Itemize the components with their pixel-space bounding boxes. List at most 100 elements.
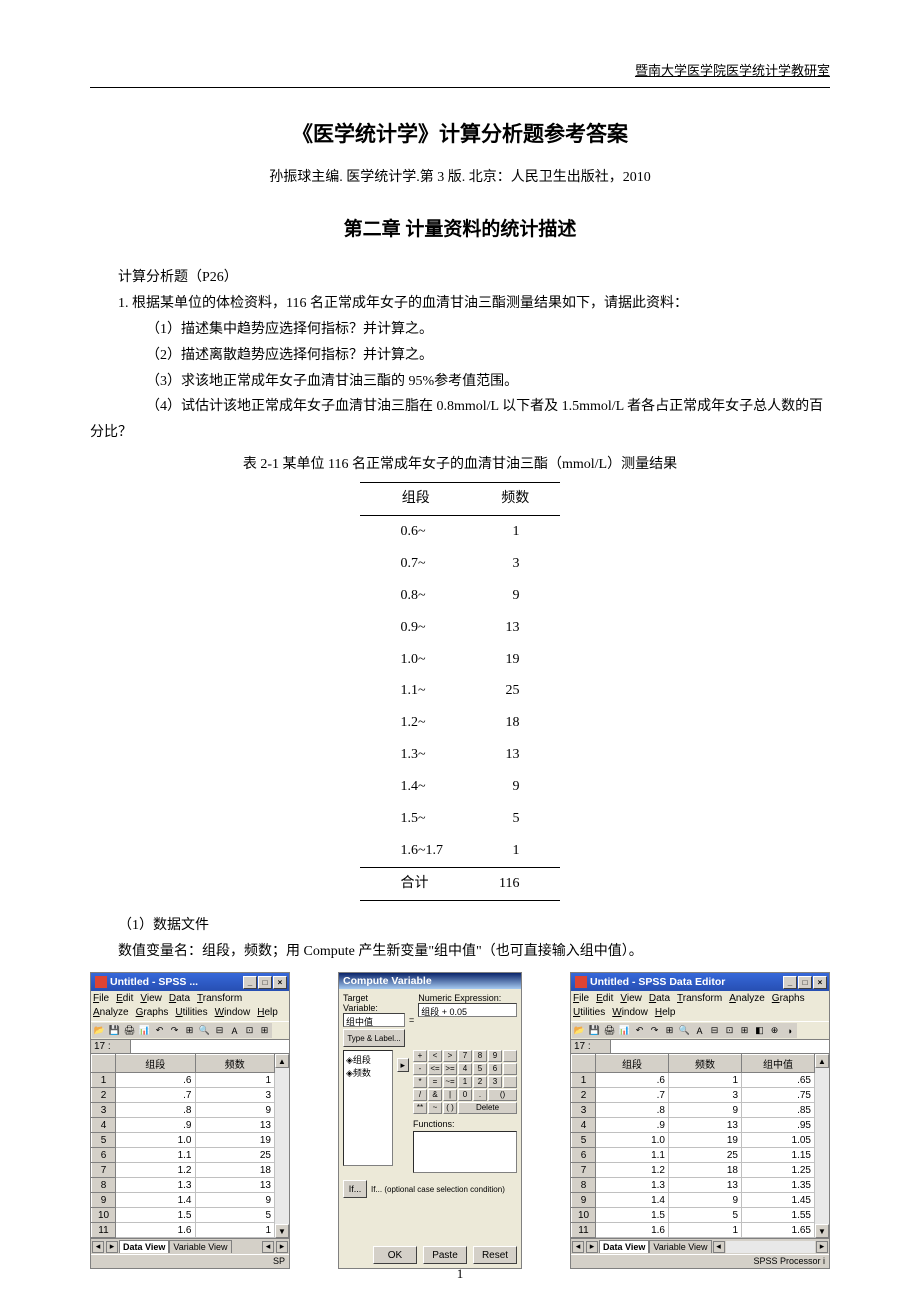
menu-help[interactable]: Help [655, 1006, 676, 1020]
tab-variable-view[interactable]: Variable View [169, 1240, 231, 1253]
menu-graphs[interactable]: Graphs [772, 992, 805, 1006]
cell[interactable]: 19 [669, 1133, 742, 1148]
tool-c-icon[interactable]: ⊞ [257, 1023, 272, 1038]
cell[interactable]: 13 [669, 1118, 742, 1133]
spreadsheet-1[interactable]: 组段频数 1.61 2.73 3.89 4.913 51.019 61.125 … [91, 1054, 275, 1238]
row-num[interactable]: 7 [572, 1163, 596, 1178]
cell[interactable]: 1.6 [596, 1223, 669, 1238]
row-num[interactable]: 5 [572, 1133, 596, 1148]
keypad-btn[interactable]: ~ [428, 1102, 442, 1114]
close-button[interactable]: × [813, 976, 827, 989]
col-seg-1[interactable]: 组段 [116, 1055, 196, 1073]
row-num[interactable]: 6 [92, 1148, 116, 1163]
titlebar-3[interactable]: Untitled - SPSS Data Editor _ □ × [571, 973, 829, 991]
menu-window[interactable]: Window [612, 1006, 648, 1020]
tool-find-icon[interactable]: 🔍 [677, 1023, 692, 1038]
menu-edit[interactable]: Edit [596, 992, 613, 1006]
cell[interactable]: 1.05 [742, 1133, 815, 1148]
scroll-up-icon[interactable]: ▲ [275, 1054, 289, 1068]
move-right-button[interactable]: ▸ [397, 1058, 409, 1072]
maximize-button[interactable]: □ [258, 976, 272, 989]
cell[interactable]: 9 [195, 1193, 275, 1208]
row-num[interactable]: 9 [572, 1193, 596, 1208]
nav-first-icon[interactable]: ◂ [572, 1241, 584, 1253]
cell[interactable]: 19 [195, 1133, 275, 1148]
scroll-down-icon[interactable]: ▼ [815, 1224, 829, 1238]
func-listbox[interactable] [413, 1131, 517, 1173]
keypad-btn[interactable]: 3 [488, 1076, 502, 1088]
row-num[interactable]: 3 [92, 1103, 116, 1118]
cell[interactable]: 1.45 [742, 1193, 815, 1208]
hscroll-l-icon[interactable]: ◂ [713, 1241, 725, 1253]
minimize-button[interactable]: _ [783, 976, 797, 989]
tool-chart-icon[interactable]: 📊 [617, 1023, 632, 1038]
tool-undo-icon[interactable]: ↶ [632, 1023, 647, 1038]
row-num[interactable]: 1 [92, 1073, 116, 1088]
tool-a-icon[interactable]: ⊟ [707, 1023, 722, 1038]
tab-variable-view[interactable]: Variable View [649, 1240, 711, 1253]
keypad-btn[interactable]: 0 [458, 1089, 472, 1101]
row-num[interactable]: 2 [572, 1088, 596, 1103]
keypad-btn[interactable]: | [443, 1089, 457, 1101]
hscroll-r-icon[interactable]: ▸ [816, 1241, 828, 1253]
cell[interactable]: 25 [195, 1148, 275, 1163]
keypad-btn[interactable]: <= [428, 1063, 442, 1075]
tool-e-icon[interactable]: ⊕ [767, 1023, 782, 1038]
cell[interactable]: 1 [669, 1073, 742, 1088]
spreadsheet-3[interactable]: 组段频数组中值 1.61.65 2.73.75 3.89.85 4.913.95… [571, 1054, 815, 1238]
cell[interactable]: 13 [195, 1178, 275, 1193]
col-mid-3[interactable]: 组中值 [742, 1055, 815, 1073]
menu-data[interactable]: Data [649, 992, 670, 1006]
cell[interactable]: 1.2 [596, 1163, 669, 1178]
cell[interactable]: 5 [195, 1208, 275, 1223]
cell[interactable]: 18 [195, 1163, 275, 1178]
scroll-up-icon[interactable]: ▲ [815, 1054, 829, 1068]
if-button[interactable]: If... [343, 1180, 367, 1198]
tab-data-view[interactable]: Data View [599, 1240, 649, 1253]
row-num[interactable]: 8 [572, 1178, 596, 1193]
expr-input[interactable]: 组段 + 0.05 [418, 1003, 517, 1017]
menu-help[interactable]: Help [257, 1006, 278, 1020]
cell[interactable]: 1.4 [596, 1193, 669, 1208]
cell[interactable]: 1.0 [596, 1133, 669, 1148]
nav-last-icon[interactable]: ▸ [586, 1241, 598, 1253]
tool-vars-icon[interactable]: ⊟ [212, 1023, 227, 1038]
keypad-delete[interactable]: Delete [458, 1102, 517, 1114]
tool-c-icon[interactable]: ⊞ [737, 1023, 752, 1038]
cell[interactable]: 5 [669, 1208, 742, 1223]
var-item[interactable]: ◈频数 [346, 1066, 390, 1079]
tool-b-icon[interactable]: ⊡ [722, 1023, 737, 1038]
row-num[interactable]: 2 [92, 1088, 116, 1103]
cell[interactable]: 1.5 [596, 1208, 669, 1223]
minimize-button[interactable]: _ [243, 976, 257, 989]
maximize-button[interactable]: □ [798, 976, 812, 989]
cell[interactable]: 1.65 [742, 1223, 815, 1238]
menu-analyze[interactable]: Analyze [93, 1006, 129, 1020]
tool-print-icon[interactable]: 🖨 [122, 1023, 137, 1038]
tool-goto-icon[interactable]: ⊞ [662, 1023, 677, 1038]
cell[interactable]: .6 [116, 1073, 196, 1088]
cell[interactable]: 1.25 [742, 1163, 815, 1178]
keypad-btn[interactable]: 7 [458, 1050, 472, 1062]
row-num[interactable]: 8 [92, 1178, 116, 1193]
cell[interactable]: 1.6 [116, 1223, 196, 1238]
cell[interactable]: 1 [195, 1073, 275, 1088]
cell[interactable]: .85 [742, 1103, 815, 1118]
cell[interactable]: 1.3 [116, 1178, 196, 1193]
col-freq-3[interactable]: 频数 [669, 1055, 742, 1073]
type-label-button[interactable]: Type & Label... [343, 1029, 405, 1047]
cell[interactable]: 1.2 [116, 1163, 196, 1178]
menu-utilities[interactable]: Utilities [573, 1006, 605, 1020]
row-num[interactable]: 1 [572, 1073, 596, 1088]
cell[interactable]: 1.55 [742, 1208, 815, 1223]
var-item[interactable]: ◈组段 [346, 1053, 390, 1066]
row-num[interactable]: 11 [92, 1223, 116, 1238]
menu-file[interactable]: File [573, 992, 589, 1006]
keypad-btn[interactable]: > [443, 1050, 457, 1062]
menu-transform[interactable]: Transform [677, 992, 722, 1006]
keypad-btn[interactable]: 6 [488, 1063, 502, 1075]
cell[interactable]: 1.3 [596, 1178, 669, 1193]
close-button[interactable]: × [273, 976, 287, 989]
cell[interactable]: .9 [116, 1118, 196, 1133]
row-num[interactable]: 10 [572, 1208, 596, 1223]
